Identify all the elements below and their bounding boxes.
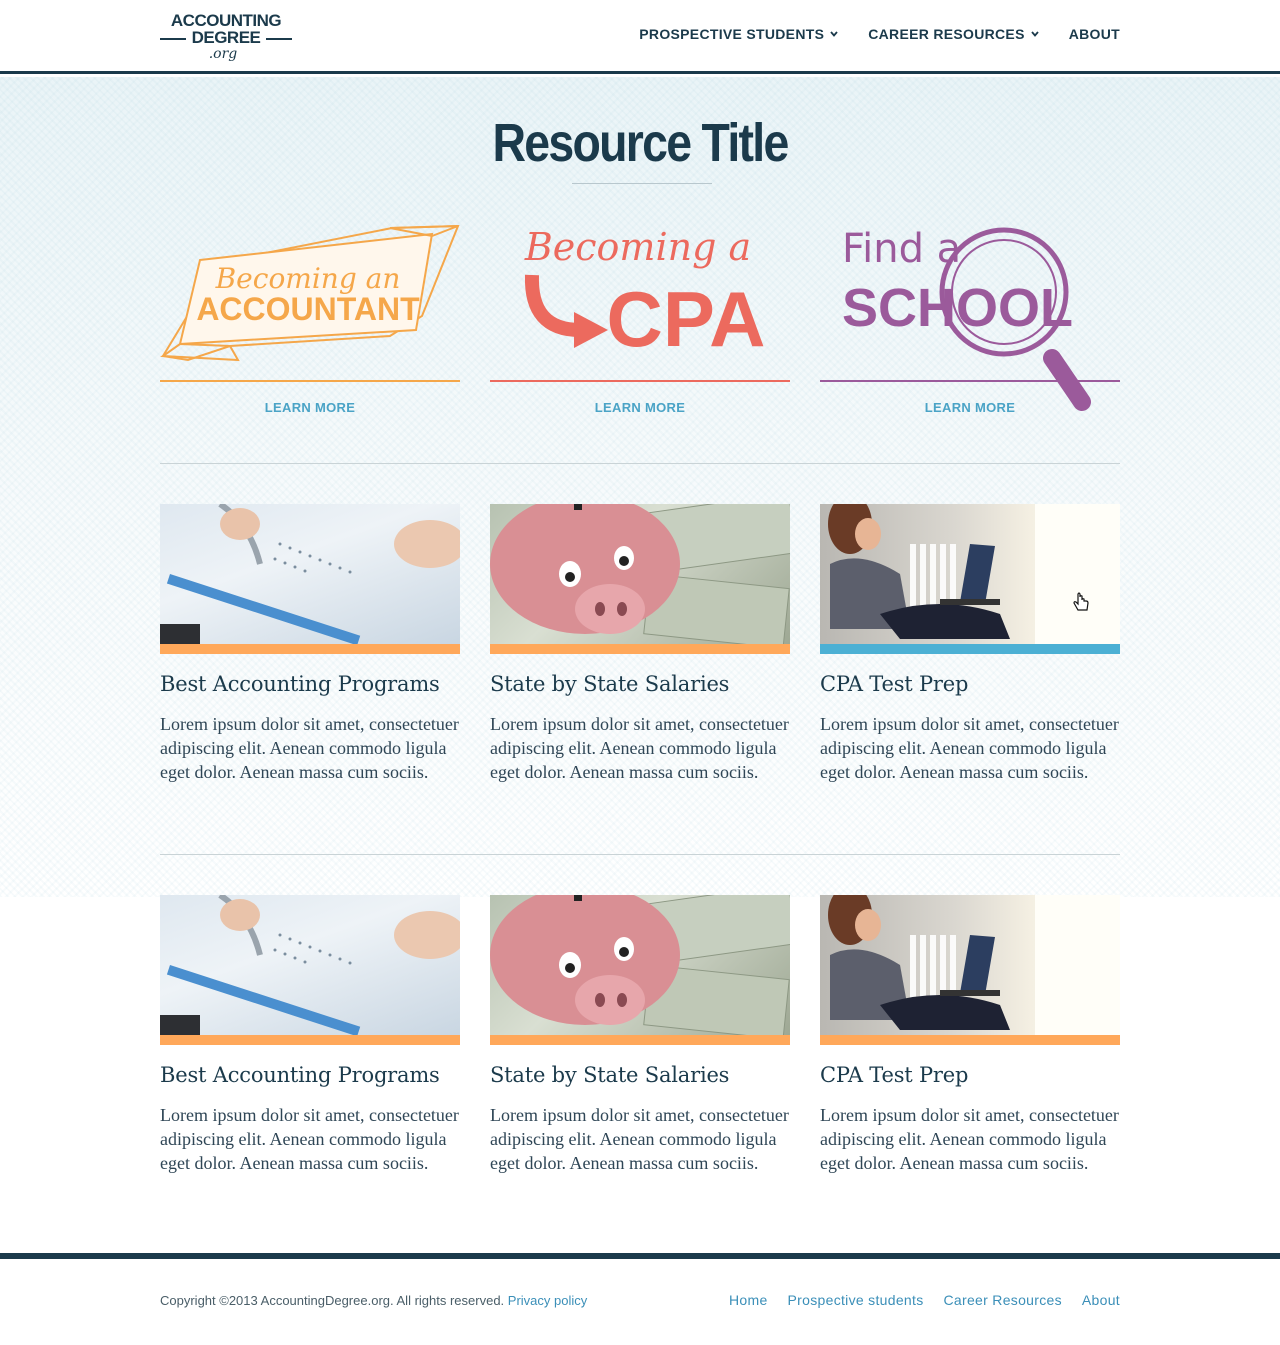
card-title[interactable]: State by State Salaries [490, 672, 790, 696]
piggy-bank-money-image [490, 504, 790, 644]
card-accent-bar [160, 1035, 460, 1045]
footer-link-career-resources[interactable]: Career Resources [944, 1292, 1062, 1308]
accounting-worksheet-image [160, 504, 460, 644]
footer-link-about[interactable]: About [1082, 1292, 1120, 1308]
learn-more-link[interactable]: LEARN MORE [160, 400, 460, 415]
hand-pointer-cursor-icon [1073, 592, 1089, 611]
chevron-down-icon [830, 31, 838, 37]
section-divider [160, 463, 1120, 464]
promo-school-line2: SCHOOL [842, 278, 1073, 338]
footer-link-home[interactable]: Home [729, 1292, 768, 1308]
learn-more-link[interactable]: LEARN MORE [490, 400, 790, 415]
logo-line-1: ACCOUNTING [170, 11, 282, 30]
card-body: Lorem ipsum dolor sit amet, consectetuer… [160, 1105, 459, 1173]
promo-accountant-line2: ACCOUNTANT [196, 291, 420, 327]
card-body: Lorem ipsum dolor sit amet, consectetuer… [820, 714, 1119, 782]
copyright-text: Copyright ©2013 AccountingDegree.org. Al… [160, 1293, 587, 1308]
card-state-salaries[interactable]: State by State Salaries Lorem ipsum dolo… [490, 504, 790, 784]
card-accent-bar [490, 644, 790, 654]
card-best-accounting-programs[interactable]: Best Accounting Programs Lorem ipsum dol… [160, 895, 460, 1175]
chevron-down-icon [1031, 31, 1039, 37]
promo-accountant-rule [160, 380, 460, 382]
card-body: Lorem ipsum dolor sit amet, consectetuer… [820, 1105, 1119, 1173]
card-title[interactable]: CPA Test Prep [820, 672, 1120, 696]
card-title[interactable]: Best Accounting Programs [160, 1063, 460, 1087]
promo-cpa-line2: CPA [607, 275, 766, 363]
promo-cpa-rule [490, 380, 790, 382]
nav-career-resources[interactable]: CAREER RESOURCES [868, 26, 1039, 42]
card-state-salaries[interactable]: State by State Salaries Lorem ipsum dolo… [490, 895, 790, 1175]
student-laptop-image [820, 895, 1120, 1035]
footer-divider [0, 1253, 1280, 1259]
section-divider [160, 854, 1120, 855]
card-accent-bar [820, 644, 1120, 654]
privacy-policy-link[interactable]: Privacy policy [508, 1293, 587, 1308]
accounting-worksheet-image [160, 895, 460, 1035]
card-cpa-test-prep[interactable]: CPA Test Prep Lorem ipsum dolor sit amet… [820, 504, 1120, 784]
accountant-ribbon-graphic: Becoming an ACCOUNTANT [160, 224, 460, 362]
cpa-arrow-graphic: Becoming a CPA [524, 225, 766, 363]
nav-prospective-students[interactable]: PROSPECTIVE STUDENTS [639, 26, 838, 42]
logo-dash-right [266, 38, 292, 40]
nav-career-resources-label: CAREER RESOURCES [868, 26, 1025, 42]
card-accent-bar [490, 1035, 790, 1045]
copyright-label: Copyright ©2013 AccountingDegree.org. Al… [160, 1293, 508, 1308]
school-magnifier-graphic: Find a SCHOOL [842, 226, 1091, 411]
promo-becoming-accountant[interactable]: Becoming an ACCOUNTANT LEARN MORE [160, 220, 460, 420]
promo-school-line1: Find a [842, 226, 961, 272]
title-divider [572, 183, 712, 184]
card-best-accounting-programs[interactable]: Best Accounting Programs Lorem ipsum dol… [160, 504, 460, 784]
card-cpa-test-prep[interactable]: CPA Test Prep Lorem ipsum dolor sit amet… [820, 895, 1120, 1175]
card-title[interactable]: CPA Test Prep [820, 1063, 1120, 1087]
card-body: Lorem ipsum dolor sit amet, consectetuer… [160, 714, 459, 782]
site-header: ACCOUNTING DEGREE .org PROSPECTIVE STUDE… [0, 0, 1280, 74]
nav-prospective-students-label: PROSPECTIVE STUDENTS [639, 26, 825, 42]
promo-school-rule [820, 380, 1120, 382]
footer-link-prospective-students[interactable]: Prospective students [788, 1292, 924, 1308]
card-body: Lorem ipsum dolor sit amet, consectetuer… [490, 1105, 789, 1173]
card-accent-bar [160, 644, 460, 654]
learn-more-link[interactable]: LEARN MORE [820, 400, 1120, 415]
card-title[interactable]: State by State Salaries [490, 1063, 790, 1087]
site-logo[interactable]: ACCOUNTING DEGREE .org [160, 12, 292, 64]
promo-find-school[interactable]: Find a SCHOOL LEARN MORE [820, 220, 1120, 420]
card-accent-bar [820, 1035, 1120, 1045]
logo-dash-left [160, 38, 186, 40]
piggy-bank-money-image [490, 895, 790, 1035]
page-title: Resource Title [492, 113, 789, 173]
promo-cpa-line1: Becoming a [524, 225, 751, 269]
nav-about[interactable]: ABOUT [1069, 26, 1120, 42]
nav-about-label: ABOUT [1068, 26, 1120, 42]
logo-line-3: .org [208, 46, 238, 62]
main-nav: PROSPECTIVE STUDENTS CAREER RESOURCES AB… [609, 26, 1120, 42]
student-laptop-image [820, 504, 1120, 644]
card-body: Lorem ipsum dolor sit amet, consectetuer… [490, 714, 789, 782]
promo-becoming-cpa[interactable]: Becoming a CPA LEARN MORE [490, 220, 790, 420]
footer-nav: Home Prospective students Career Resourc… [709, 1292, 1120, 1308]
logo-line-2: DEGREE [191, 28, 261, 47]
card-title[interactable]: Best Accounting Programs [160, 672, 460, 696]
